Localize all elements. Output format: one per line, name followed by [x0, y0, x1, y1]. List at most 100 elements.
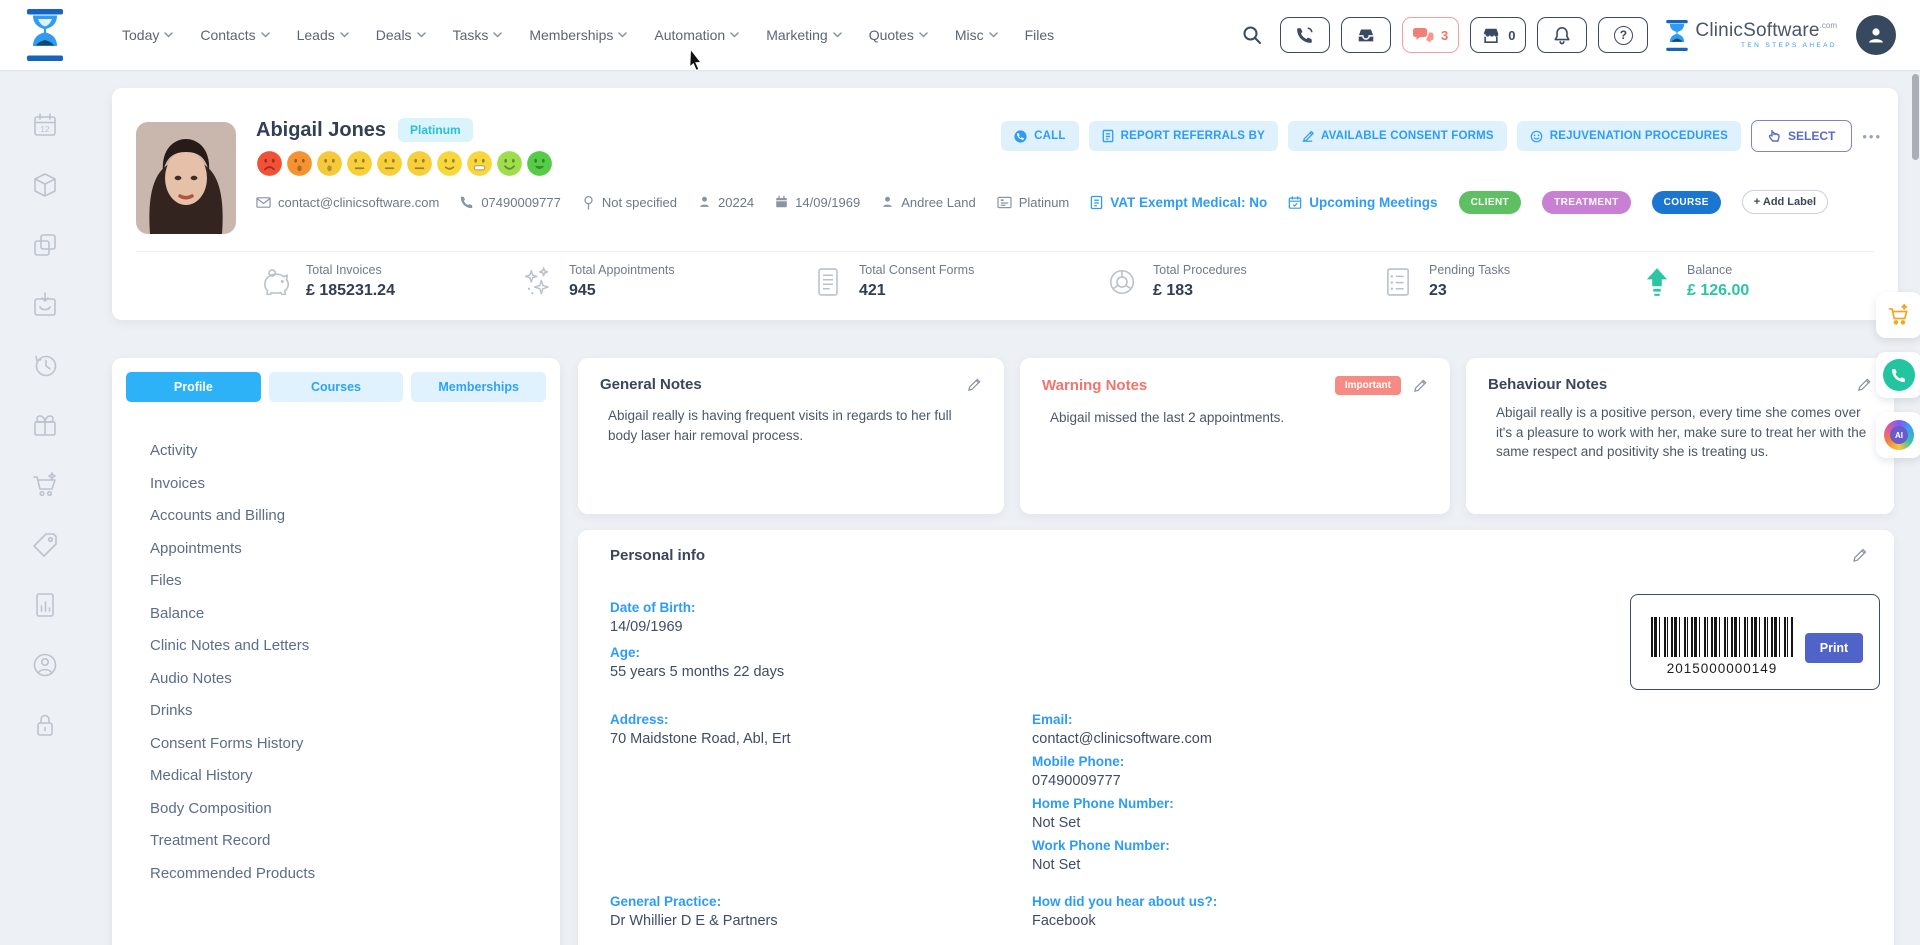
till-button[interactable]: 0	[1470, 17, 1527, 53]
sidebar-item-body-composition[interactable]: Body Composition	[150, 800, 546, 817]
sidebar-item-clinic-notes[interactable]: Clinic Notes and Letters	[150, 637, 546, 654]
patient-meta-row: contact@clinicsoftware.com Not specified…	[256, 190, 1878, 214]
nav-item-memberships[interactable]: Memberships	[529, 27, 628, 43]
storefront-icon	[1483, 28, 1499, 44]
mood-face-4[interactable]	[346, 150, 373, 177]
mood-face-2[interactable]	[286, 150, 313, 177]
app-logo-hourglass-icon[interactable]	[24, 9, 66, 61]
lock-icon[interactable]	[28, 708, 62, 742]
nav-item-misc[interactable]: Misc	[955, 27, 998, 43]
print-barcode-button[interactable]: Print	[1805, 633, 1863, 663]
dialer-button[interactable]	[1279, 17, 1330, 53]
notifications-button[interactable]	[1537, 17, 1588, 53]
tab-courses[interactable]: Courses	[268, 372, 404, 402]
more-options-button[interactable]: •••	[1862, 129, 1882, 144]
nav-item-leads[interactable]: Leads	[297, 27, 349, 43]
edit-pencil-icon[interactable]	[967, 377, 982, 392]
tag-course[interactable]: COURSE	[1651, 190, 1721, 214]
sidebar-item-drinks[interactable]: Drinks	[150, 702, 546, 719]
price-tag-icon[interactable]	[28, 528, 62, 562]
select-button[interactable]: SELECT	[1751, 120, 1853, 152]
sidebar-item-appointments[interactable]: Appointments	[150, 540, 546, 557]
inbox-button[interactable]	[1340, 17, 1391, 53]
sidebar-item-activity[interactable]: Activity	[150, 442, 546, 459]
mood-face-7[interactable]	[436, 150, 463, 177]
package-icon[interactable]	[28, 168, 62, 202]
nav-item-contacts[interactable]: Contacts	[200, 27, 270, 43]
general-notes-body: Abigail really is having frequent visits…	[608, 408, 952, 443]
patient-dob[interactable]: 14/09/1969	[775, 195, 860, 210]
report-referrals-button[interactable]: REPORT REFERRALS BY	[1088, 121, 1278, 151]
mood-face-5[interactable]	[376, 150, 403, 177]
report-icon[interactable]	[28, 588, 62, 622]
behaviour-notes-card: Behaviour Notes Abigail really is a posi…	[1466, 358, 1894, 514]
history-icon[interactable]	[28, 348, 62, 382]
sidebar-item-treatment-record[interactable]: Treatment Record	[150, 832, 546, 849]
patient-owner[interactable]: Andree Land	[881, 195, 976, 210]
account-icon[interactable]	[28, 648, 62, 682]
sidebar-item-recommended-products[interactable]: Recommended Products	[150, 865, 546, 882]
search-icon[interactable]	[1241, 24, 1263, 46]
sidebar-item-medical-history[interactable]: Medical History	[150, 767, 546, 784]
nav-item-automation[interactable]: Automation	[654, 27, 739, 43]
mood-face-1[interactable]	[256, 150, 283, 177]
edit-pencil-icon[interactable]	[1413, 378, 1428, 393]
vertical-scrollbar[interactable]	[1912, 74, 1919, 160]
sidebar-item-audio-notes[interactable]: Audio Notes	[150, 670, 546, 687]
nav-item-files[interactable]: Files	[1025, 27, 1055, 43]
nav-item-today[interactable]: Today	[122, 27, 174, 43]
patient-photo[interactable]	[136, 122, 236, 234]
arrow-up-icon	[1646, 267, 1668, 296]
patient-email[interactable]: contact@clinicsoftware.com	[256, 195, 439, 210]
edit-pencil-icon[interactable]	[1852, 547, 1868, 563]
patient-id[interactable]: 20224	[698, 195, 754, 210]
calendar-icon	[776, 195, 787, 208]
patient-name: Abigail Jones	[256, 118, 387, 141]
tag-client[interactable]: CLIENT	[1458, 190, 1522, 214]
general-notes-card: General Notes Abigail really is having f…	[578, 358, 1004, 514]
email-icon	[256, 196, 271, 208]
tab-profile[interactable]: Profile	[126, 372, 261, 402]
help-button[interactable]: ?	[1598, 17, 1649, 53]
patient-membership[interactable]: Platinum	[997, 195, 1069, 210]
quick-call-button[interactable]	[1876, 352, 1920, 398]
sidebar-item-accounts-billing[interactable]: Accounts and Billing	[150, 507, 546, 524]
phone-icon	[1014, 129, 1027, 143]
consent-forms-button[interactable]: AVAILABLE CONSENT FORMS	[1287, 121, 1507, 151]
upcoming-meetings-link[interactable]: Upcoming Meetings	[1288, 195, 1438, 210]
nav-item-quotes[interactable]: Quotes	[869, 27, 928, 43]
tag-treatment[interactable]: TREATMENT	[1542, 190, 1631, 214]
user-menu-button[interactable]	[1856, 15, 1896, 55]
mood-face-9[interactable]	[496, 150, 523, 177]
chat-notifications-button[interactable]: 3	[1401, 17, 1460, 53]
sidebar-item-consent-forms-history[interactable]: Consent Forms History	[150, 735, 546, 752]
mood-face-6[interactable]	[406, 150, 433, 177]
duplicate-icon[interactable]	[28, 228, 62, 262]
mood-face-3[interactable]	[316, 150, 343, 177]
sidebar-item-balance[interactable]: Balance	[150, 605, 546, 622]
gift-icon[interactable]	[28, 408, 62, 442]
vat-exempt-link[interactable]: VAT Exempt Medical: No	[1090, 195, 1267, 210]
ai-assistant-button[interactable]: AI	[1876, 412, 1920, 458]
field-email: Email: contact@clinicsoftware.com	[1032, 712, 1212, 747]
gender-icon	[584, 195, 593, 210]
mood-face-8[interactable]	[466, 150, 493, 177]
add-label-button[interactable]: + Add Label	[1741, 190, 1829, 214]
nav-item-deals[interactable]: Deals	[376, 27, 426, 43]
rejuvenation-button[interactable]: REJUVENATION PROCEDURES	[1516, 121, 1741, 151]
nav-item-tasks[interactable]: Tasks	[453, 27, 503, 43]
sidebar-item-invoices[interactable]: Invoices	[150, 475, 546, 492]
call-button[interactable]: CALL	[1001, 121, 1079, 151]
field-home-phone: Home Phone Number: Not Set	[1032, 796, 1174, 831]
edit-pencil-icon[interactable]	[1857, 377, 1872, 392]
patient-phone[interactable]: Not specified07490009777	[460, 195, 561, 210]
nav-item-marketing[interactable]: Marketing	[766, 27, 842, 43]
cart-icon[interactable]	[28, 468, 62, 502]
patient-gender[interactable]: Not specified	[582, 195, 677, 210]
tab-memberships[interactable]: Memberships	[411, 372, 547, 402]
bookings-icon[interactable]	[28, 288, 62, 322]
mood-face-10[interactable]	[526, 150, 553, 177]
calendar-icon[interactable]: 12	[28, 108, 62, 142]
quick-cart-button[interactable]	[1876, 292, 1920, 338]
sidebar-item-files[interactable]: Files	[150, 572, 546, 589]
